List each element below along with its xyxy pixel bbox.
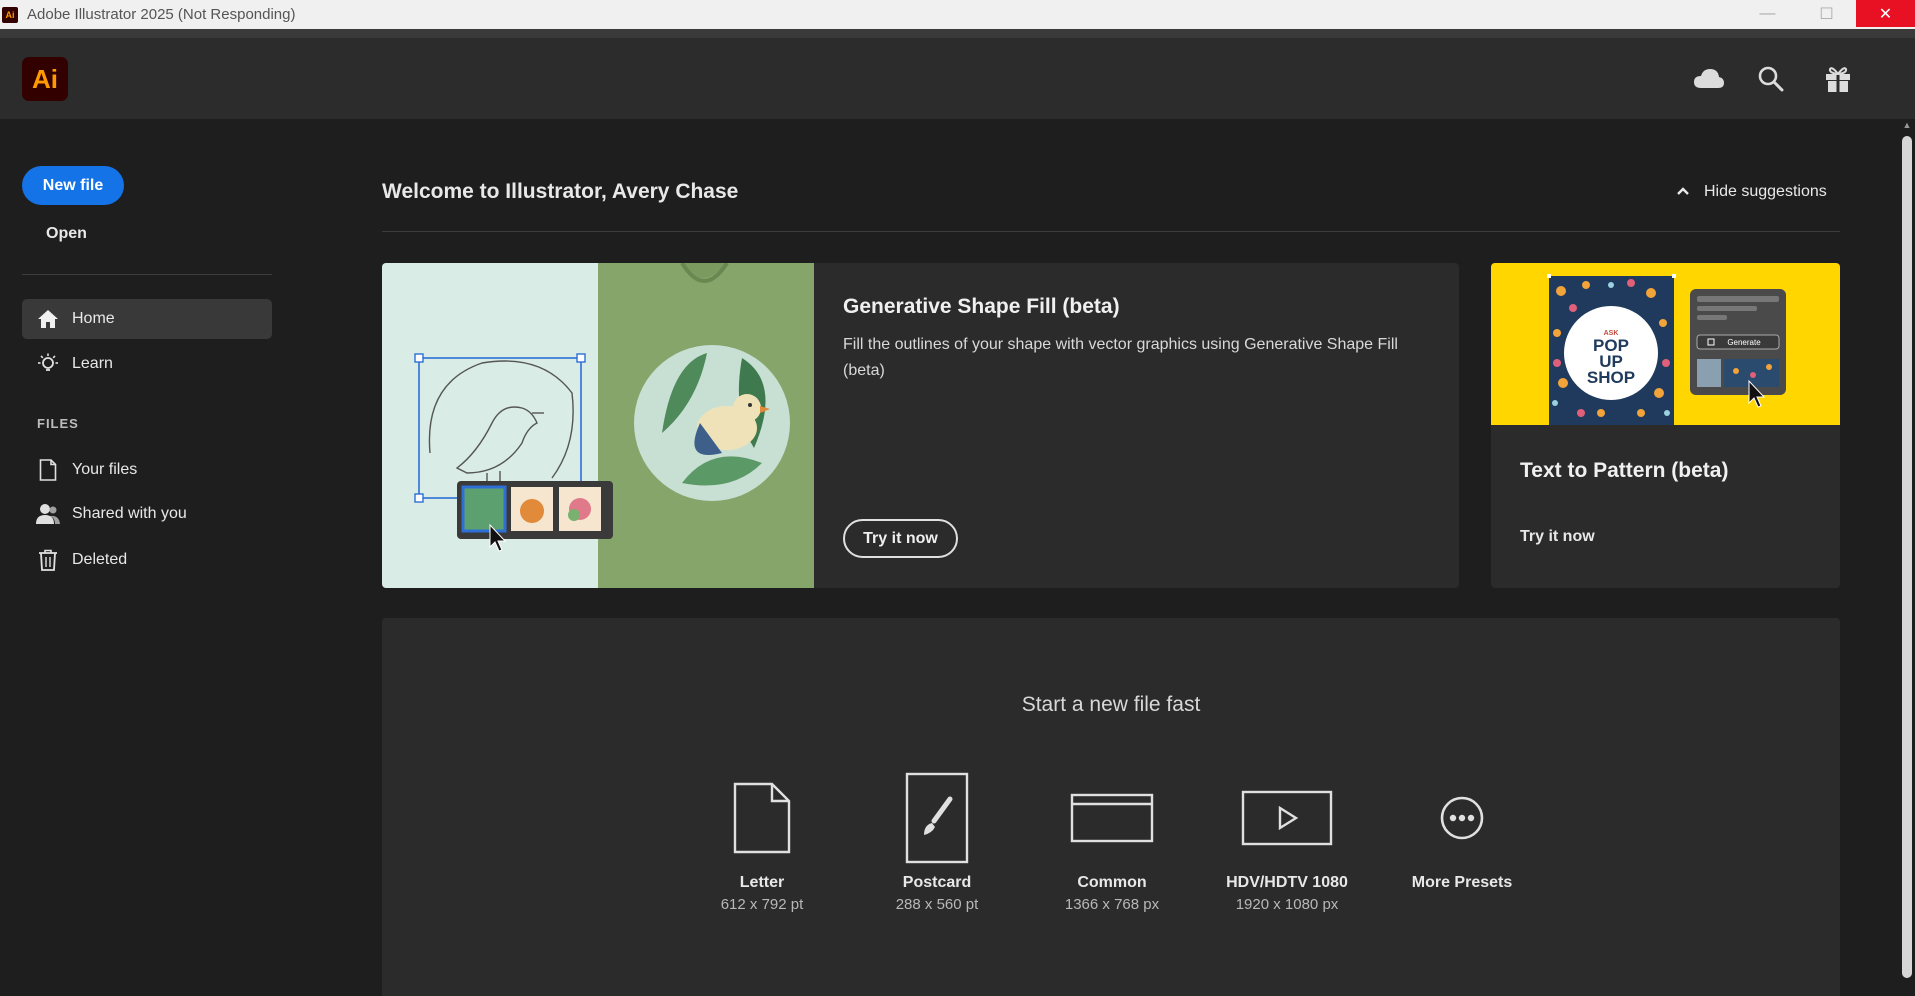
browser-window-icon bbox=[1032, 768, 1192, 868]
minimize-button[interactable]: — bbox=[1738, 0, 1797, 27]
welcome-heading: Welcome to Illustrator, Avery Chase bbox=[382, 180, 739, 203]
postcard-brush-icon bbox=[857, 768, 1017, 868]
home-icon bbox=[36, 307, 60, 331]
feature-card-title: Generative Shape Fill (beta) bbox=[843, 295, 1120, 318]
people-icon bbox=[36, 502, 60, 526]
preset-name: HDV/HDTV 1080 bbox=[1226, 874, 1348, 891]
sidebar-item-home[interactable]: Home bbox=[22, 299, 272, 339]
poster-text-shop: SHOP bbox=[1587, 368, 1635, 387]
hide-suggestions-label: Hide suggestions bbox=[1704, 183, 1827, 200]
preset-name: Letter bbox=[739, 874, 785, 891]
generative-shape-fill-card[interactable]: Generative Shape Fill (beta) Fill the ou… bbox=[382, 263, 1459, 588]
preset-name: More Presets bbox=[1411, 874, 1513, 891]
sidebar-item-label: Home bbox=[72, 310, 115, 327]
scroll-up-arrow-icon[interactable]: ▲ bbox=[1901, 120, 1913, 132]
sidebar-item-deleted[interactable]: Deleted bbox=[22, 540, 272, 580]
letter-page-icon bbox=[682, 768, 842, 868]
preset-dims: 1366 x 768 px bbox=[1064, 896, 1160, 913]
preset-postcard[interactable]: Postcard 288 x 560 pt bbox=[857, 768, 1017, 913]
document-icon bbox=[36, 458, 60, 482]
sidebar-divider bbox=[22, 274, 272, 275]
trash-icon bbox=[36, 548, 60, 572]
hide-suggestions-toggle[interactable]: Hide suggestions bbox=[1676, 183, 1827, 201]
pattern-try-it-now-link[interactable]: Try it now bbox=[1520, 528, 1595, 546]
sidebar-item-label: Your files bbox=[72, 461, 138, 478]
text-to-pattern-card[interactable]: ASK POP UP SHOP Generate Text to Pattern… bbox=[1491, 263, 1840, 588]
open-button[interactable]: Open bbox=[46, 225, 87, 243]
feature-card-description: Fill the outlines of your shape with vec… bbox=[843, 336, 1398, 379]
search-icon[interactable] bbox=[1754, 64, 1788, 94]
preset-dims: 612 x 792 pt bbox=[720, 896, 804, 913]
sidebar-item-label: Deleted bbox=[72, 551, 128, 568]
new-file-fast-panel: Start a new file fast Letter 612 x 792 p… bbox=[382, 618, 1840, 996]
preset-name: Postcard bbox=[902, 874, 972, 891]
sidebar-item-label: Shared with you bbox=[72, 505, 187, 522]
pattern-card-title: Text to Pattern (beta) bbox=[1520, 459, 1729, 482]
generative-shape-fill-illustration bbox=[382, 263, 814, 588]
preset-more-presets[interactable]: More Presets bbox=[1382, 768, 1542, 896]
sidebar-item-shared[interactable]: Shared with you bbox=[22, 494, 272, 534]
sidebar: New file Open Home Learn FILES Your file… bbox=[0, 119, 290, 996]
window-controls: — ☐ ✕ bbox=[1738, 0, 1915, 29]
close-button[interactable]: ✕ bbox=[1856, 0, 1915, 27]
try-it-now-button[interactable]: Try it now bbox=[843, 519, 958, 558]
preset-hdtv[interactable]: HDV/HDTV 1080 1920 x 1080 px bbox=[1207, 768, 1367, 913]
new-file-button[interactable]: New file bbox=[22, 166, 124, 205]
menu-strip bbox=[0, 29, 1915, 38]
more-dots-icon bbox=[1382, 768, 1542, 868]
illustrator-logo[interactable]: Ai bbox=[22, 57, 68, 101]
cloud-icon[interactable] bbox=[1692, 64, 1726, 94]
preset-common[interactable]: Common 1366 x 768 px bbox=[1032, 768, 1192, 913]
preset-letter[interactable]: Letter 612 x 792 pt bbox=[682, 768, 842, 913]
sidebar-item-learn[interactable]: Learn bbox=[22, 344, 272, 384]
lightbulb-icon bbox=[36, 352, 60, 376]
chevron-up-icon bbox=[1676, 183, 1690, 201]
app-icon: Ai bbox=[2, 6, 18, 23]
scrollbar-thumb[interactable] bbox=[1902, 136, 1912, 978]
new-file-fast-title: Start a new file fast bbox=[1021, 693, 1201, 716]
window-title: Adobe Illustrator 2025 (Not Responding) bbox=[27, 6, 296, 23]
gift-icon[interactable] bbox=[1821, 64, 1855, 94]
preset-dims: 1920 x 1080 px bbox=[1235, 896, 1339, 913]
preset-dims: 288 x 560 pt bbox=[895, 896, 979, 913]
text-to-pattern-illustration: ASK POP UP SHOP Generate bbox=[1491, 263, 1840, 425]
main-divider bbox=[382, 231, 1840, 232]
generate-label: Generate bbox=[1727, 338, 1761, 347]
video-play-icon bbox=[1207, 768, 1367, 868]
maximize-button[interactable]: ☐ bbox=[1797, 0, 1856, 27]
sidebar-item-label: Learn bbox=[72, 355, 113, 372]
sidebar-item-your-files[interactable]: Your files bbox=[22, 450, 272, 490]
files-heading: FILES bbox=[37, 416, 79, 431]
preset-name: Common bbox=[1077, 874, 1147, 891]
window-titlebar: Ai Adobe Illustrator 2025 (Not Respondin… bbox=[0, 0, 1915, 29]
app-header: Ai bbox=[0, 38, 1915, 119]
